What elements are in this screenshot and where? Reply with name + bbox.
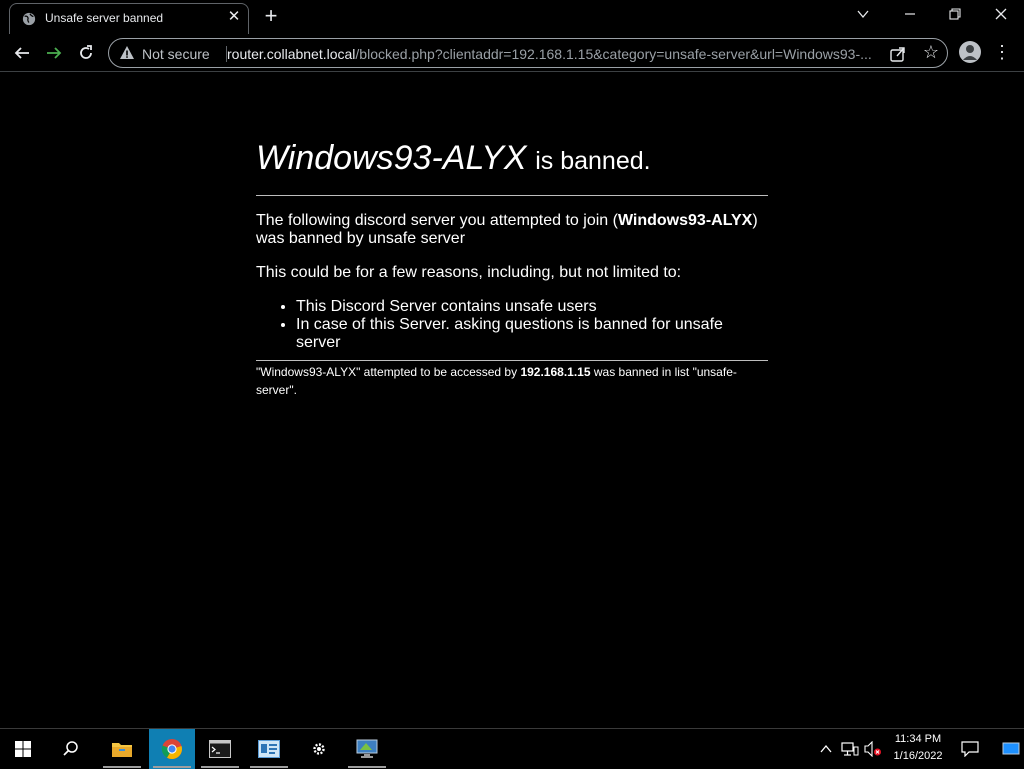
volume-tray-button[interactable]: [862, 729, 884, 769]
taskbar-clock[interactable]: 11:34 PM 1/16/2022: [888, 731, 948, 765]
forward-arrow-icon: [47, 47, 62, 59]
footer-ip: 192.168.1.15: [520, 365, 591, 379]
back-arrow-icon: [14, 47, 29, 59]
clock-date: 1/16/2022: [893, 750, 943, 762]
taskbar: 11:34 PM 1/16/2022: [0, 728, 1024, 769]
page-heading: Windows93-ALYX is banned.: [256, 138, 768, 181]
terminal-icon: [209, 740, 231, 758]
person-icon: [963, 45, 977, 60]
block-footer: "Windows93-ALYX" attempted to be accesse…: [256, 363, 768, 399]
minimize-icon: [905, 13, 915, 15]
footer-prefix: "Windows93-ALYX" attempted to be accesse…: [256, 365, 521, 379]
server-manager-icon: [258, 740, 280, 758]
reasons-intro: This could be for a few reasons, includi…: [256, 264, 682, 281]
globe-icon: [22, 12, 36, 26]
menu-kebab-icon[interactable]: ⋮: [992, 40, 1012, 64]
heading-site-name: Windows93-ALYX: [256, 139, 527, 177]
chevron-up-icon: [820, 745, 832, 753]
back-button[interactable]: [8, 39, 36, 67]
tab-close-icon[interactable]: ✕: [225, 8, 243, 26]
blocked-page: Windows93-ALYX is banned. The following …: [256, 138, 768, 399]
tab-strip: Unsafe server banned ✕ +: [0, 0, 1024, 34]
chevron-down-icon: [857, 10, 869, 19]
warning-icon[interactable]: [119, 45, 135, 61]
url-path: /blocked.php?clientaddr=192.168.1.15&cat…: [355, 46, 872, 62]
chrome-icon: [161, 739, 182, 760]
network-tray-button[interactable]: [839, 729, 861, 769]
action-center-button[interactable]: [958, 729, 982, 769]
ban-explanation: The following discord server you attempt…: [256, 212, 768, 248]
reload-icon: [80, 45, 92, 59]
clock-time: 11:34 PM: [894, 733, 942, 745]
command-prompt-button[interactable]: [197, 729, 243, 769]
file-explorer-button[interactable]: [99, 729, 145, 769]
tab-title: Unsafe server banned: [45, 11, 164, 25]
url-host: router.collabnet.local: [227, 46, 356, 62]
show-desktop-button[interactable]: [1000, 729, 1022, 769]
desktop-icon: [1002, 742, 1020, 755]
network-icon: [841, 742, 859, 756]
restore-button[interactable]: [932, 2, 978, 30]
remote-desktop-button[interactable]: [344, 729, 390, 769]
profile-avatar-icon[interactable]: [959, 41, 981, 63]
show-hidden-icons-button[interactable]: [815, 729, 837, 769]
divider: [256, 360, 768, 361]
bookmark-star-icon[interactable]: ☆: [920, 41, 942, 63]
folder-icon: [112, 743, 132, 757]
server-manager-button[interactable]: [246, 729, 292, 769]
security-label[interactable]: Not secure: [142, 46, 210, 62]
reload-button[interactable]: [72, 39, 100, 67]
heading-suffix: is banned.: [535, 147, 651, 175]
chrome-taskbar-button[interactable]: [149, 729, 195, 769]
url-text[interactable]: router.collabnet.local/blocked.php?clien…: [227, 46, 882, 62]
settings-button[interactable]: [296, 729, 342, 769]
new-tab-button[interactable]: +: [259, 4, 283, 28]
reason-item: In case of this Server. asking questions…: [296, 316, 768, 352]
remote-desktop-icon: [356, 739, 378, 758]
reason-item: This Discord Server contains unsafe user…: [296, 298, 768, 316]
browser-toolbar: Not secure router.collabnet.local/blocke…: [0, 34, 1024, 72]
windows-logo-icon: [15, 741, 31, 757]
reasons-list: This Discord Server contains unsafe user…: [256, 298, 768, 352]
browser-tab[interactable]: Unsafe server banned ✕: [9, 3, 249, 34]
close-window-button[interactable]: [978, 2, 1024, 30]
share-icon[interactable]: [888, 44, 908, 64]
start-button[interactable]: [0, 729, 46, 769]
restore-icon: [949, 8, 961, 20]
tab-search-chevron-icon[interactable]: [840, 2, 886, 30]
address-bar[interactable]: Not secure router.collabnet.local/blocke…: [108, 38, 948, 68]
speaker-muted-icon: [864, 741, 881, 757]
minimize-button[interactable]: [887, 2, 933, 30]
search-button[interactable]: [48, 729, 94, 769]
forward-button[interactable]: [40, 39, 68, 67]
gear-icon: [313, 743, 325, 755]
close-icon: [995, 8, 1007, 20]
divider: [256, 195, 768, 196]
notification-icon: [961, 741, 979, 757]
explanation-server-name: Windows93-ALYX: [617, 212, 753, 229]
explanation-prefix: The following discord server you attempt…: [256, 212, 618, 229]
search-icon: [63, 741, 78, 756]
